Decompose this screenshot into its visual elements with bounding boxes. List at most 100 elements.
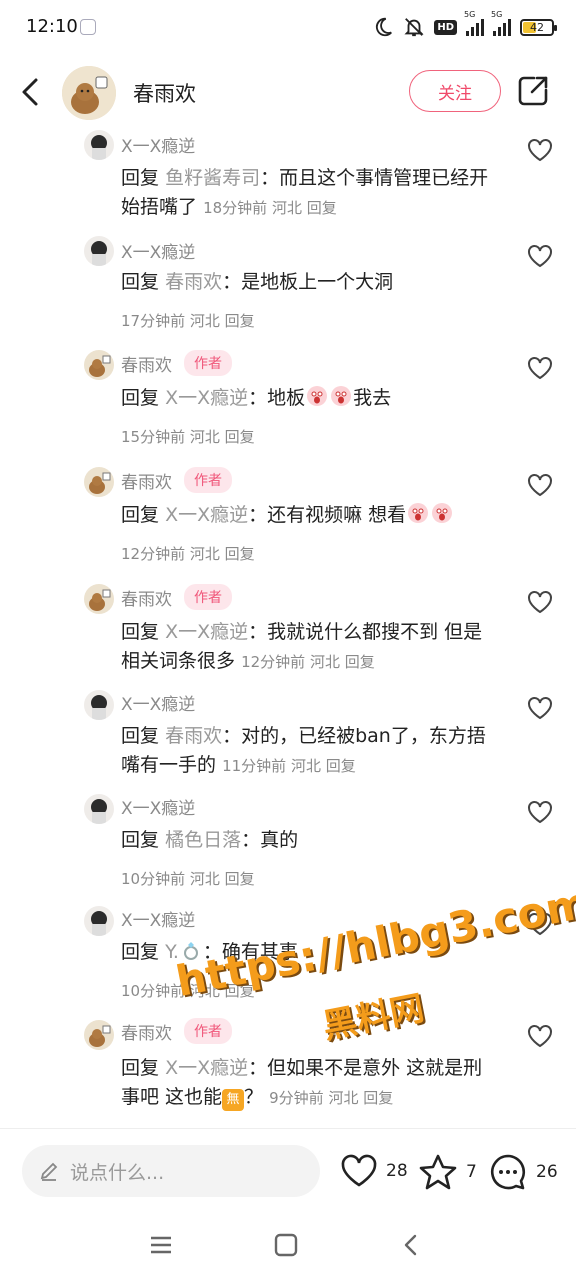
heart-icon[interactable] [526, 694, 554, 722]
reply-link[interactable]: 回复 [225, 870, 255, 888]
menu-icon[interactable] [146, 1230, 176, 1260]
commenter-avatar[interactable] [84, 1020, 114, 1050]
bottom-bar: 说点什么... 28 7 26 [0, 1128, 576, 1212]
signal-icon-2: 5G [491, 10, 511, 36]
follow-button[interactable]: 关注 [409, 70, 501, 112]
comment-text[interactable]: 回复 橘色日落：真的 [121, 826, 501, 855]
author-badge: 作者 [184, 467, 232, 493]
comment-meta: 12分钟前 河北 回复 [121, 545, 255, 563]
back-arrow-icon[interactable] [14, 72, 50, 112]
commenter-avatar[interactable] [84, 236, 114, 266]
back-icon[interactable] [396, 1230, 426, 1260]
heart-icon[interactable] [526, 471, 554, 499]
signal-icon-1: 5G [464, 10, 484, 36]
comment-meta: 11分钟前 河北 回复 [222, 757, 356, 775]
status-icons: HD 5G 5G 42 [372, 10, 557, 38]
comment-text[interactable]: 回复 鱼籽酱寿司：而且这个事情管理已经开始捂嘴了 18分钟前 河北 回复 [121, 164, 501, 223]
star-icon [419, 1154, 457, 1190]
share-icon[interactable] [516, 74, 550, 108]
comment-text[interactable]: 回复 X一X瘾逆：但如果不是意外 这就是刑事吧 这也能無？ 9分钟前 河北 回复 [121, 1054, 501, 1113]
reply-to-name: 春雨欢 [165, 725, 223, 747]
commenter-name[interactable]: X一X瘾逆 [121, 238, 195, 263]
commenter-avatar[interactable] [84, 350, 114, 380]
author-badge: 作者 [184, 1018, 232, 1044]
comment-meta: 9分钟前 河北 回复 [269, 1089, 394, 1107]
home-square-icon[interactable] [271, 1230, 301, 1260]
comment-text[interactable]: 回复 X一X瘾逆：地板 我去 [121, 384, 501, 413]
reply-to-name: X一X瘾逆 [165, 387, 249, 409]
commenter-avatar[interactable] [84, 906, 114, 936]
commenter-name[interactable]: X一X瘾逆 [121, 906, 195, 931]
profile-name: 春雨欢 [133, 82, 196, 106]
favorite-count: 7 [466, 1162, 477, 1182]
reply-to-name: 春雨欢 [165, 271, 223, 293]
heart-icon[interactable] [526, 588, 554, 616]
app-notification-icon [80, 19, 96, 35]
comment-meta: 10分钟前 河北 回复 [121, 870, 255, 888]
reply-link[interactable]: 回复 [363, 1089, 393, 1107]
comment-meta: 17分钟前 河北 回复 [121, 312, 255, 330]
commenter-name[interactable]: X一X瘾逆 [121, 132, 195, 157]
header: 春雨欢 关注 [0, 58, 576, 126]
reply-link[interactable]: 回复 [326, 757, 356, 775]
reply-link[interactable]: 回复 [307, 199, 337, 217]
commenter-name[interactable]: 春雨欢 [121, 468, 172, 493]
commenter-name[interactable]: 春雨欢 [121, 1019, 172, 1044]
system-nav-bar [0, 1212, 576, 1280]
commenter-avatar[interactable] [84, 690, 114, 720]
bell-muted-icon [404, 18, 424, 37]
commenter-avatar[interactable] [84, 467, 114, 497]
reply-link[interactable]: 回复 [225, 312, 255, 330]
commenter-avatar[interactable] [84, 794, 114, 824]
favorite-button[interactable]: 7 [418, 1153, 477, 1191]
comment-text[interactable]: 回复 X一X瘾逆：我就说什么都搜不到 但是相关词条很多 12分钟前 河北 回复 [121, 618, 501, 677]
heart-icon[interactable] [526, 354, 554, 382]
comment-text[interactable]: 回复 X一X瘾逆：还有视频嘛 想看 [121, 501, 501, 530]
pencil-icon [40, 1162, 58, 1181]
commenter-name[interactable]: X一X瘾逆 [121, 690, 195, 715]
commenter-name[interactable]: 春雨欢 [121, 585, 172, 610]
author-badge: 作者 [184, 350, 232, 376]
heart-icon[interactable] [526, 1022, 554, 1050]
comment-meta: 15分钟前 河北 回复 [121, 428, 255, 446]
comment-input[interactable]: 说点什么... [22, 1145, 320, 1197]
status-bar: 12:10 HD 5G 5G 42 [0, 0, 576, 58]
reply-link[interactable]: 回复 [345, 653, 375, 671]
commenter-name[interactable]: 春雨欢 [121, 351, 172, 376]
like-count: 28 [386, 1161, 408, 1181]
comment-meta: 18分钟前 河北 回复 [203, 199, 337, 217]
reply-to-name: 鱼籽酱寿司 [165, 167, 261, 189]
reply-link[interactable]: 回复 [225, 545, 255, 563]
reply-link[interactable]: 回复 [225, 428, 255, 446]
hd-voice-icon: HD [434, 19, 457, 35]
commenter-avatar[interactable] [84, 584, 114, 614]
heart-icon[interactable] [526, 136, 554, 164]
wu-emoji-icon: 無 [222, 1089, 245, 1111]
comment-bubble-icon [490, 1154, 526, 1190]
commenter-avatar[interactable] [84, 130, 114, 160]
like-button[interactable]: 28 [340, 1153, 408, 1189]
author-badge: 作者 [184, 584, 232, 610]
heart-icon [341, 1154, 377, 1187]
comment-text[interactable]: 回复 春雨欢：是地板上一个大洞 [121, 268, 501, 297]
commenter-name[interactable]: X一X瘾逆 [121, 794, 195, 819]
profile-avatar[interactable] [62, 66, 116, 120]
scared-face-emoji-icon [432, 503, 453, 523]
comment-input-placeholder: 说点什么... [70, 1161, 165, 1184]
reply-to-name: X一X瘾逆 [165, 504, 249, 526]
heart-icon[interactable] [526, 798, 554, 826]
reply-to-name: 橘色日落 [165, 829, 242, 851]
comment-meta: 12分钟前 河北 回复 [241, 653, 375, 671]
battery-icon: 42 [520, 18, 557, 36]
scared-face-emoji-icon [331, 386, 352, 406]
comment-text[interactable]: 回复 春雨欢：对的，已经被ban了，东方捂嘴有一手的 11分钟前 河北 回复 [121, 722, 501, 781]
comment-count: 26 [536, 1162, 558, 1182]
status-time: 12:10 [26, 16, 78, 37]
reply-to-name: X一X瘾逆 [165, 1057, 249, 1079]
battery-value: 42 [530, 20, 544, 34]
scared-face-emoji-icon [408, 503, 429, 523]
comment-button[interactable]: 26 [488, 1153, 558, 1191]
reply-to-name: X一X瘾逆 [165, 621, 249, 643]
moon-icon [376, 17, 393, 37]
heart-icon[interactable] [526, 242, 554, 270]
